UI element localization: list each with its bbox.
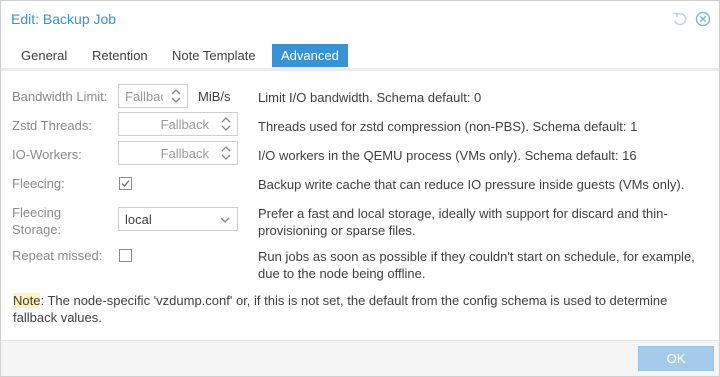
- bandwidth-unit: MiB/s: [198, 89, 231, 104]
- fleecing-storage-select[interactable]: local: [118, 207, 238, 231]
- tab-advanced[interactable]: Advanced: [272, 44, 348, 67]
- zstd-threads-input[interactable]: Fallback: [118, 112, 238, 136]
- fleecing-label: Fleecing:: [12, 176, 65, 191]
- io-workers-placeholder: Fallback: [160, 146, 209, 161]
- tab-general[interactable]: General: [12, 44, 76, 67]
- tab-bar: General Retention Note Template Advanced: [1, 37, 719, 71]
- reset-icon[interactable]: [672, 11, 688, 27]
- bandwidth-limit-description: Limit I/O bandwidth. Schema default: 0: [258, 90, 482, 105]
- chevron-down-icon[interactable]: [219, 214, 231, 226]
- note-text: : The node-specific 'vzdump.conf' or, if…: [13, 293, 668, 325]
- spinner-icon[interactable]: [170, 88, 182, 104]
- zstd-threads-placeholder: Fallback: [160, 117, 209, 132]
- fleecing-storage-description: Prefer a fast and local storage, ideally…: [258, 206, 668, 238]
- note-label: Note: [13, 293, 41, 308]
- io-workers-input[interactable]: Fallback: [118, 141, 238, 165]
- dialog-header: Edit: Backup Job: [1, 1, 719, 37]
- bandwidth-limit-input[interactable]: Fallback: [118, 84, 188, 108]
- edit-backup-job-dialog: Edit: Backup Job General Retention Note …: [0, 0, 720, 377]
- zstd-threads-description: Threads used for zstd compression (non-P…: [258, 119, 638, 134]
- fleecing-storage-value: local: [125, 212, 152, 227]
- bandwidth-limit-placeholder: Fallback: [125, 89, 163, 104]
- zstd-threads-label: Zstd Threads:: [12, 118, 92, 133]
- spinner-icon[interactable]: [220, 116, 232, 132]
- spinner-icon[interactable]: [220, 145, 232, 161]
- close-icon[interactable]: [695, 11, 711, 27]
- dialog-title: Edit: Backup Job: [11, 11, 117, 27]
- dialog-footer: OK: [1, 341, 719, 376]
- fleecing-storage-label-line1: Fleecing: [12, 205, 62, 220]
- io-workers-label: IO-Workers:: [12, 147, 82, 162]
- repeat-missed-checkbox[interactable]: [119, 249, 132, 262]
- tab-note-template[interactable]: Note Template: [163, 44, 265, 67]
- tab-retention[interactable]: Retention: [83, 44, 157, 67]
- fleecing-checkbox[interactable]: [119, 177, 132, 190]
- io-workers-description: I/O workers in the QEMU process (VMs onl…: [258, 148, 637, 163]
- ok-button[interactable]: OK: [638, 346, 714, 371]
- form-body: Bandwidth Limit: Fallback MiB/s Limit I/…: [1, 71, 719, 341]
- fleecing-storage-label-line2: Storage:: [12, 222, 62, 237]
- repeat-missed-label: Repeat missed:: [12, 248, 103, 263]
- fallback-note: Note: The node-specific 'vzdump.conf' or…: [13, 292, 703, 326]
- repeat-missed-description: Run jobs as soon as possible if they cou…: [258, 249, 695, 281]
- bandwidth-limit-label: Bandwidth Limit:: [12, 89, 108, 104]
- fleecing-description: Backup write cache that can reduce IO pr…: [258, 177, 685, 192]
